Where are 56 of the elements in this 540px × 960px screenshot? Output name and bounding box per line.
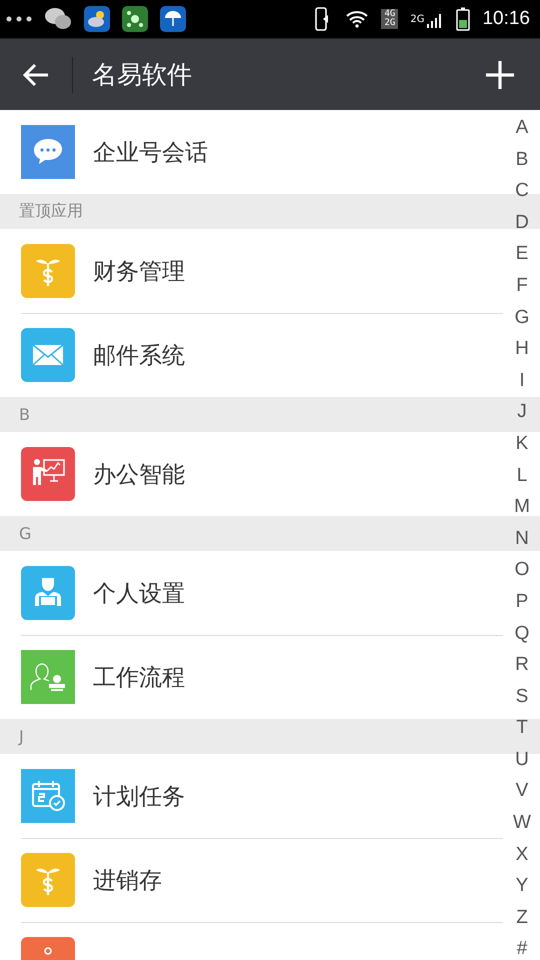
app-list-item[interactable]: 计划任务 (0, 754, 503, 838)
index-letter[interactable]: X (516, 838, 528, 870)
contact-app-icon (21, 650, 75, 704)
calendar-app-icon (21, 769, 75, 823)
app-list-item[interactable]: 企业号会话 (0, 110, 503, 194)
person-app-icon (21, 566, 75, 620)
index-letter[interactable]: N (515, 522, 529, 554)
network-app-icon (122, 6, 148, 32)
index-letter[interactable]: F (516, 270, 528, 302)
network-badge: 4G 2G (381, 9, 398, 29)
index-letter[interactable]: T (516, 712, 528, 744)
presenter-app-icon (21, 447, 75, 501)
app-list-item[interactable]: 邮件系统 (0, 313, 503, 397)
mail-app-icon (21, 328, 75, 382)
weather-icon (84, 6, 110, 32)
index-letter[interactable]: Y (516, 870, 528, 902)
app-list-item[interactable]: 办公智能 (0, 432, 503, 516)
index-letter[interactable]: K (516, 428, 528, 460)
more-icon (6, 16, 32, 22)
index-letter[interactable]: V (516, 775, 528, 808)
index-letter[interactable]: J (517, 396, 527, 428)
umbrella-icon (160, 6, 186, 32)
app-list-item[interactable]: 财务管理 (0, 229, 503, 313)
index-letter[interactable]: W (513, 807, 531, 839)
index-letter[interactable]: O (514, 554, 530, 586)
index-letter[interactable]: P (516, 586, 528, 618)
index-letter[interactable]: Z (516, 902, 528, 934)
index-letter[interactable]: A (516, 112, 528, 144)
index-letter[interactable]: D (515, 206, 529, 238)
wifi-icon (345, 10, 370, 28)
index-letter[interactable]: G (514, 302, 530, 334)
index-letter[interactable]: L (516, 460, 528, 492)
index-letter[interactable]: B (516, 144, 528, 176)
plus-icon (485, 60, 515, 90)
index-letter[interactable]: S (516, 680, 528, 712)
index-letter[interactable]: M (514, 491, 530, 523)
index-letter[interactable]: Q (514, 618, 530, 650)
index-letter[interactable]: C (515, 175, 529, 207)
index-letter[interactable]: H (515, 333, 529, 365)
back-arrow-icon (22, 62, 50, 88)
chat-app-icon (21, 125, 75, 179)
app-list-item[interactable]: 工作流程 (0, 635, 503, 719)
money-app-icon (21, 853, 75, 907)
app-bar-title: 名易软件 (92, 59, 193, 91)
app-list-item[interactable]: 进销存 (0, 838, 503, 922)
chat-bubbles-icon (44, 7, 72, 31)
index-letter[interactable]: I (519, 364, 525, 396)
clock: 10:16 (482, 8, 530, 30)
index-letter[interactable]: R (515, 649, 529, 681)
battery-icon (456, 7, 470, 31)
index-letter[interactable]: E (516, 238, 528, 270)
index-letter[interactable]: U (515, 744, 529, 776)
app-list-item[interactable]: 个人设置 (0, 551, 503, 635)
network-label: 2G (410, 14, 424, 24)
index-letter[interactable]: # (516, 933, 528, 960)
money-app-icon (21, 244, 75, 298)
